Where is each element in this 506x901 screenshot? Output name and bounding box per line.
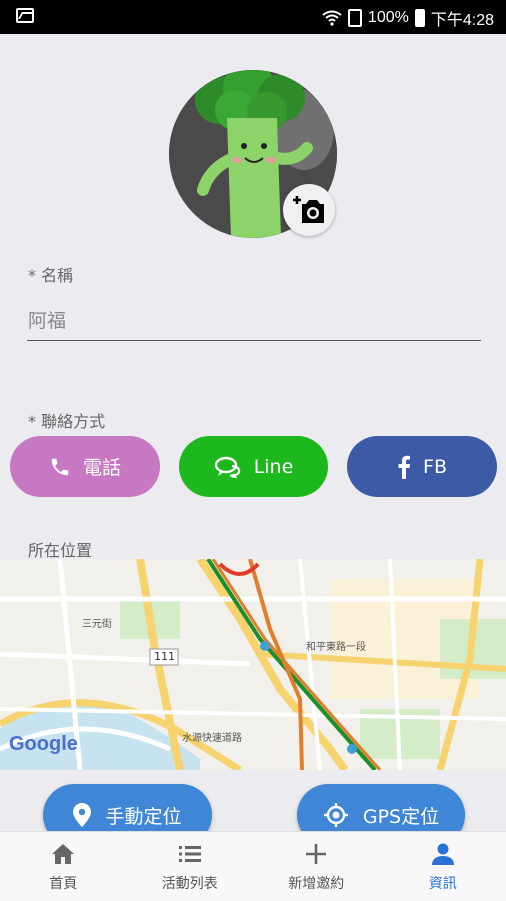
fb-button[interactable]: FB [347,436,497,497]
wifi-icon [322,10,342,26]
status-bar: 100% 下午4:28 [0,0,506,34]
chat-bubbles-icon [214,456,242,478]
google-watermark: Google [9,733,78,756]
fb-button-label: FB [423,456,447,478]
map-view[interactable]: 三元街 和平東路一段 111 水源快速道路 Google [0,559,506,770]
tab-info[interactable]: 資訊 [380,832,506,901]
map-road-label: 和平東路一段 [306,638,366,653]
home-icon [50,841,76,867]
tab-new-invite-label: 新增邀約 [288,873,344,893]
map-road-label: 水源快速道路 [182,729,242,744]
phone-button[interactable]: 電話 [10,436,160,497]
tab-home[interactable]: 首頁 [0,832,127,901]
name-field-underline [27,340,481,341]
sim-icon [348,9,362,27]
battery-percent: 100% [368,9,409,27]
name-field[interactable]: 阿福 [28,306,66,333]
manual-locate-label: 手動定位 [105,802,181,829]
gps-crosshair-icon [323,802,349,828]
phone-icon [49,456,71,478]
add-photo-button[interactable] [283,184,335,236]
contact-label: * 聯絡方式 [28,408,105,432]
battery-icon [415,9,425,27]
gallery-notification-icon [16,8,34,23]
map-route-shield: 111 [154,650,175,663]
tab-activity-list-label: 活動列表 [162,873,218,893]
map-pin-icon [73,803,91,827]
plus-icon [303,841,329,867]
facebook-icon [397,455,411,479]
list-icon [177,841,203,867]
line-button-label: Line [254,456,294,478]
status-right: 100% 下午4:28 [322,6,494,30]
person-icon [430,841,456,867]
clock: 下午4:28 [431,6,494,30]
tab-home-label: 首頁 [49,873,77,893]
tab-activity-list[interactable]: 活動列表 [127,832,254,901]
phone-button-label: 電話 [83,453,121,480]
tab-new-invite[interactable]: 新增邀約 [253,832,380,901]
name-label: * 名稱 [28,262,73,286]
bottom-tab-bar: 首頁 活動列表 新增邀約 資訊 [0,831,506,901]
tab-info-label: 資訊 [429,873,457,893]
add-photo-camera-icon [292,195,326,225]
gps-locate-label: GPS定位 [363,802,439,829]
map-road-label: 三元街 [82,615,112,630]
location-label: 所在位置 [28,537,92,561]
line-button[interactable]: Line [179,436,328,497]
